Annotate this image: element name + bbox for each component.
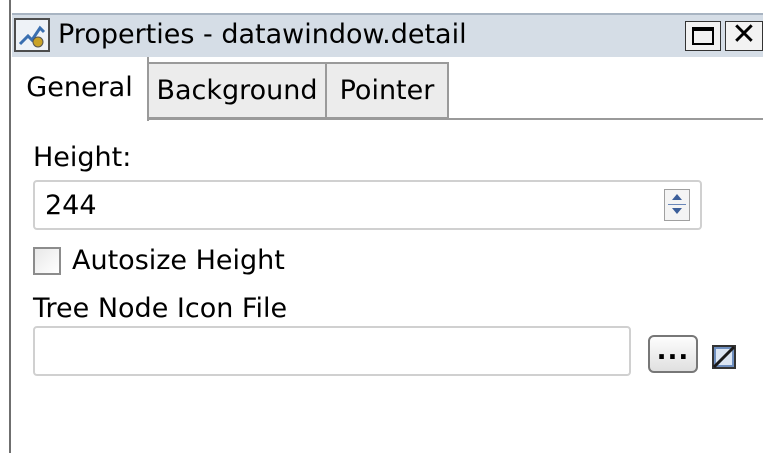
tree-node-icon-file-input[interactable] bbox=[33, 326, 631, 376]
maximize-icon bbox=[692, 27, 714, 45]
autosize-height-label[interactable]: Autosize Height bbox=[72, 244, 285, 278]
spinner-icon[interactable] bbox=[664, 189, 690, 221]
tab-general[interactable]: General bbox=[12, 57, 149, 121]
autosize-height-checkbox[interactable] bbox=[33, 247, 61, 275]
browse-button[interactable]: ... bbox=[648, 335, 698, 373]
maximize-button[interactable] bbox=[685, 21, 721, 51]
window-title: Properties - datawindow.detail bbox=[58, 19, 467, 50]
properties-icon bbox=[14, 18, 50, 52]
tab-pointer[interactable]: Pointer bbox=[327, 62, 449, 119]
tab-background[interactable]: Background bbox=[149, 62, 327, 119]
tab-strip: General Background Pointer bbox=[12, 57, 763, 121]
close-button[interactable]: ✕ bbox=[725, 20, 763, 51]
spinner-down-icon[interactable] bbox=[672, 208, 682, 214]
spinner-up-icon[interactable] bbox=[672, 194, 682, 200]
spinner-divider bbox=[668, 204, 686, 205]
tab-divider bbox=[149, 118, 763, 120]
title-bar[interactable]: Properties - datawindow.detail ✕ bbox=[12, 13, 763, 57]
height-label: Height: bbox=[33, 142, 132, 173]
height-input[interactable]: 244 bbox=[33, 180, 702, 230]
window-left-border bbox=[0, 0, 11, 453]
height-value: 244 bbox=[45, 190, 97, 221]
clear-field-icon[interactable] bbox=[712, 345, 736, 369]
properties-window: Properties - datawindow.detail ✕ General… bbox=[0, 0, 763, 453]
tree-node-icon-file-label: Tree Node Icon File bbox=[33, 293, 288, 324]
